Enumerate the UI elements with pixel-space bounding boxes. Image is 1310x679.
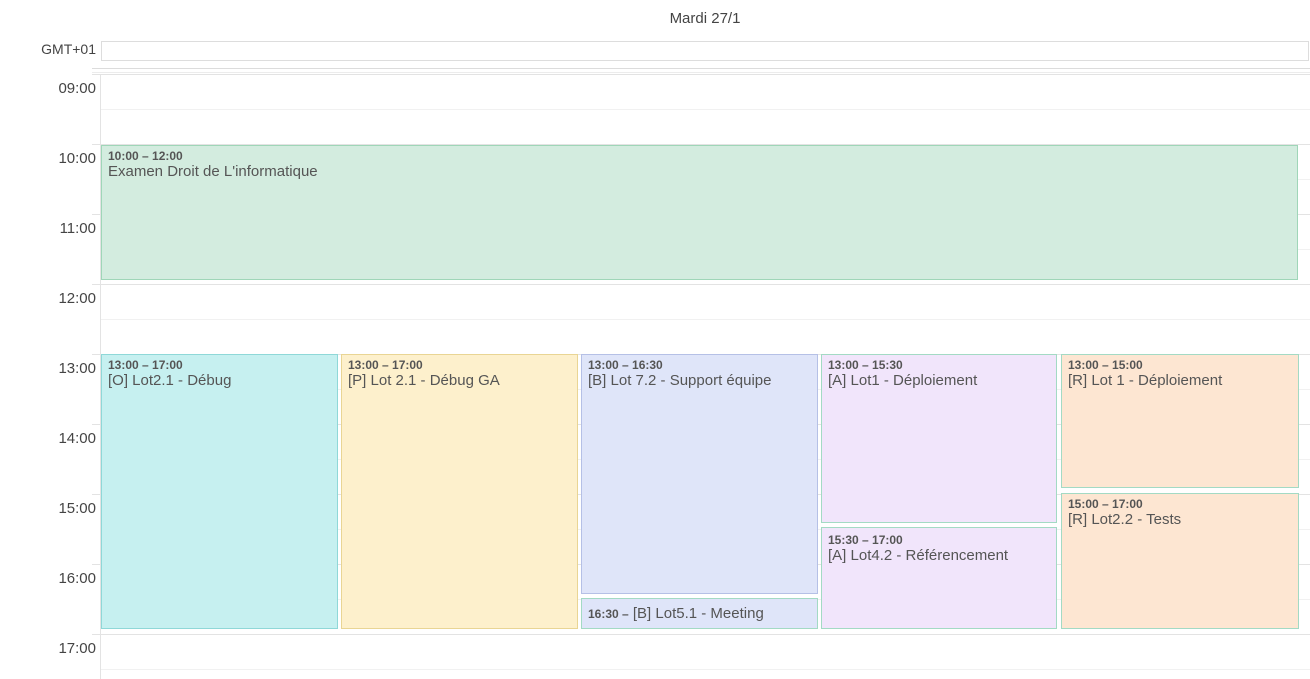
event-title: [A] Lot4.2 - Référencement [828,547,1009,564]
event-time: 13:00 – 17:00 [108,358,183,372]
event-title: [O] Lot2.1 - Débug [108,372,232,389]
event-lot21-debug-ga[interactable]: 13:00 – 17:00 [P] Lot 2.1 - Débug GA [341,354,578,629]
timezone-label: GMT+01 [41,41,96,57]
hour-label-1000: 10:00 [58,150,96,167]
event-lot1-deploiement-r[interactable]: 13:00 – 15:00 [R] Lot 1 - Déploiement [1061,354,1299,488]
event-examen-droit[interactable]: 10:00 – 12:00 Examen Droit de L'informat… [101,145,1298,280]
event-lot1-deploiement-a[interactable]: 13:00 – 15:30 [A] Lot1 - Déploiement [821,354,1057,523]
hour-line [92,634,1310,635]
all-day-slot[interactable] [101,41,1309,61]
event-title: [R] Lot 1 - Déploiement [1068,372,1223,389]
event-title: [B] Lot5.1 - Meeting [632,605,764,622]
event-time: 13:00 – 15:00 [1068,358,1143,372]
event-title: [B] Lot 7.2 - Support équipe [588,372,772,389]
event-title: [R] Lot2.2 - Tests [1068,511,1182,528]
hour-label-1200: 12:00 [58,290,96,307]
event-lot42-referencement[interactable]: 15:30 – 17:00 [A] Lot4.2 - Référencement [821,527,1057,629]
header-divider [92,68,1310,73]
day-header[interactable]: Mardi 27/1 [101,0,1309,36]
event-time: 16:30 – [588,607,629,621]
event-time: 10:00 – 12:00 [108,149,183,163]
event-lot22-tests[interactable]: 15:00 – 17:00 [R] Lot2.2 - Tests [1061,493,1299,629]
event-lot21-debug-o[interactable]: 13:00 – 17:00 [O] Lot2.1 - Débug [101,354,338,629]
half-hour-line [101,109,1310,110]
event-time: 13:00 – 15:30 [828,358,903,372]
hour-label-0900: 09:00 [58,80,96,97]
hour-label-1300: 13:00 [58,360,96,377]
hour-label-1700: 17:00 [58,640,96,657]
hour-label-1500: 15:00 [58,500,96,517]
event-lot72-support[interactable]: 13:00 – 16:30 [B] Lot 7.2 - Support équi… [581,354,818,594]
event-title: [P] Lot 2.1 - Débug GA [348,372,500,389]
event-time: 13:00 – 17:00 [348,358,423,372]
event-time: 15:00 – 17:00 [1068,497,1143,511]
hour-label-1600: 16:00 [58,570,96,587]
event-title: [A] Lot1 - Déploiement [828,372,978,389]
half-hour-line [101,669,1310,670]
time-grid[interactable]: 09:00 10:00 11:00 12:00 13:00 14:00 15:0… [0,74,1310,679]
event-lot51-meeting[interactable]: 16:30 – [B] Lot5.1 - Meeting [581,598,818,629]
hour-line [92,284,1310,285]
event-time: 15:30 – 17:00 [828,533,903,547]
hour-line [92,74,1310,75]
half-hour-line [101,319,1310,320]
event-time: 13:00 – 16:30 [588,358,663,372]
hour-label-1400: 14:00 [58,430,96,447]
hour-label-1100: 11:00 [59,220,96,237]
event-title: Examen Droit de L'informatique [108,163,318,180]
